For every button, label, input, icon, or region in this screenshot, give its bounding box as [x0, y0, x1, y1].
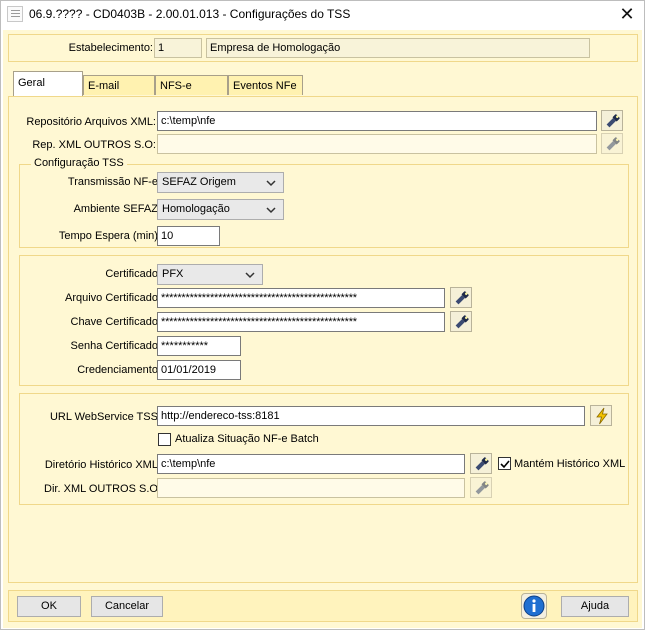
tab-email[interactable]: E-mail — [83, 75, 155, 95]
chevron-down-icon — [266, 207, 276, 214]
webservice-group: URL WebService TSS: http://endereco-tss:… — [19, 393, 629, 505]
ok-button[interactable]: OK — [17, 596, 81, 617]
certificado-label: Certificado: — [105, 268, 161, 280]
cancelar-button[interactable]: Cancelar — [91, 596, 163, 617]
tempo-espera-label: Tempo Espera (min): — [58, 230, 161, 242]
tempo-espera-input[interactable]: 10 — [157, 226, 220, 246]
ajuda-button[interactable]: Ajuda — [561, 596, 629, 617]
close-icon[interactable]: ✕ — [610, 1, 644, 29]
info-icon — [523, 595, 545, 617]
chevron-down-icon — [245, 272, 255, 279]
dir-outros-search-button[interactable] — [470, 477, 492, 498]
dialog-client: Estabelecimento: 1 Empresa de Homologaçã… — [3, 30, 642, 628]
url-webservice-input[interactable]: http://endereco-tss:8181 — [157, 406, 585, 426]
tab-geral[interactable]: Geral — [13, 71, 83, 96]
senha-certificado-input[interactable]: *********** — [157, 336, 241, 356]
info-button[interactable] — [521, 593, 547, 619]
senha-certificado-label: Senha Certificado: — [70, 340, 162, 352]
mantem-historico-checkbox[interactable] — [498, 457, 511, 470]
rep-outros-label: Rep. XML OUTROS S.O: — [32, 139, 156, 151]
ambiente-select[interactable]: Homologação — [157, 199, 284, 220]
dir-historico-input[interactable]: c:\temp\nfe — [157, 454, 465, 474]
estabelecimento-code-field: 1 — [154, 38, 202, 58]
transmissao-select[interactable]: SEFAZ Origem — [157, 172, 284, 193]
estabelecimento-label: Estabelecimento: — [68, 42, 153, 54]
flashlight-icon — [606, 114, 620, 128]
tab-content-geral: Repositório Arquivos XML: c:\temp\nfe Re… — [8, 96, 638, 583]
flashlight-icon — [455, 291, 469, 305]
arquivo-certificado-label: Arquivo Certificado: — [65, 292, 161, 304]
config-tss-group: Configuração TSS Transmissão NF-e: SEFAZ… — [19, 157, 629, 248]
tab-nfse[interactable]: NFS-e — [155, 75, 228, 95]
certificado-group: Certificado: PFX Arquivo Certificado: **… — [19, 255, 629, 386]
dialog-window: 06.9.???? - CD0403B - 2.00.01.013 - Conf… — [0, 0, 645, 630]
dir-outros-label: Dir. XML OUTROS S.O: — [44, 483, 161, 495]
repositorio-input[interactable]: c:\temp\nfe — [157, 111, 597, 131]
chevron-down-icon — [266, 180, 276, 187]
title-bar[interactable]: 06.9.???? - CD0403B - 2.00.01.013 - Conf… — [1, 1, 644, 29]
flashlight-search-button-disabled[interactable] — [601, 133, 623, 154]
flashlight-icon — [475, 457, 489, 471]
ambiente-label: Ambiente SEFAZ: — [73, 203, 161, 215]
estabelecimento-panel: Estabelecimento: 1 Empresa de Homologaçã… — [8, 34, 638, 62]
atualiza-situacao-checkbox[interactable] — [158, 433, 171, 446]
atualiza-situacao-label: Atualiza Situação NF-e Batch — [175, 433, 319, 445]
checkmark-icon — [500, 460, 510, 469]
config-tss-title: Configuração TSS — [31, 157, 127, 170]
certificado-select[interactable]: PFX — [157, 264, 263, 285]
repositorio-label: Repositório Arquivos XML: — [26, 116, 156, 128]
chave-certificado-input[interactable]: ****************************************… — [157, 312, 445, 332]
chave-certificado-search-button[interactable] — [450, 311, 472, 332]
footer-bar: OK Cancelar Ajuda — [8, 590, 638, 622]
estabelecimento-name-field: Empresa de Homologação — [206, 38, 590, 58]
flashlight-icon — [455, 315, 469, 329]
dir-historico-search-button[interactable] — [470, 453, 492, 474]
document-icon — [7, 6, 23, 22]
dir-historico-label: Diretório Histórico XML: — [44, 459, 161, 471]
chave-certificado-label: Chave Certificado: — [70, 316, 162, 328]
lightning-bolt-icon — [596, 407, 608, 425]
test-connection-button[interactable] — [590, 405, 612, 426]
flashlight-icon — [475, 481, 489, 495]
arquivo-certificado-search-button[interactable] — [450, 287, 472, 308]
transmissao-label: Transmissão NF-e: — [67, 176, 161, 188]
dir-outros-input[interactable] — [157, 478, 465, 498]
rep-outros-input[interactable] — [157, 134, 597, 154]
tab-eventos-nfe[interactable]: Eventos NFe — [228, 75, 303, 95]
flashlight-icon — [606, 137, 620, 151]
url-webservice-label: URL WebService TSS: — [49, 411, 161, 423]
credenciamento-input[interactable]: 01/01/2019 — [157, 360, 241, 380]
credenciamento-label: Credenciamento: — [77, 364, 161, 376]
window-title: 06.9.???? - CD0403B - 2.00.01.013 - Conf… — [29, 7, 351, 21]
mantem-historico-label: Mantém Histórico XML — [514, 458, 626, 470]
arquivo-certificado-input[interactable]: ****************************************… — [157, 288, 445, 308]
flashlight-search-button[interactable] — [601, 110, 623, 131]
